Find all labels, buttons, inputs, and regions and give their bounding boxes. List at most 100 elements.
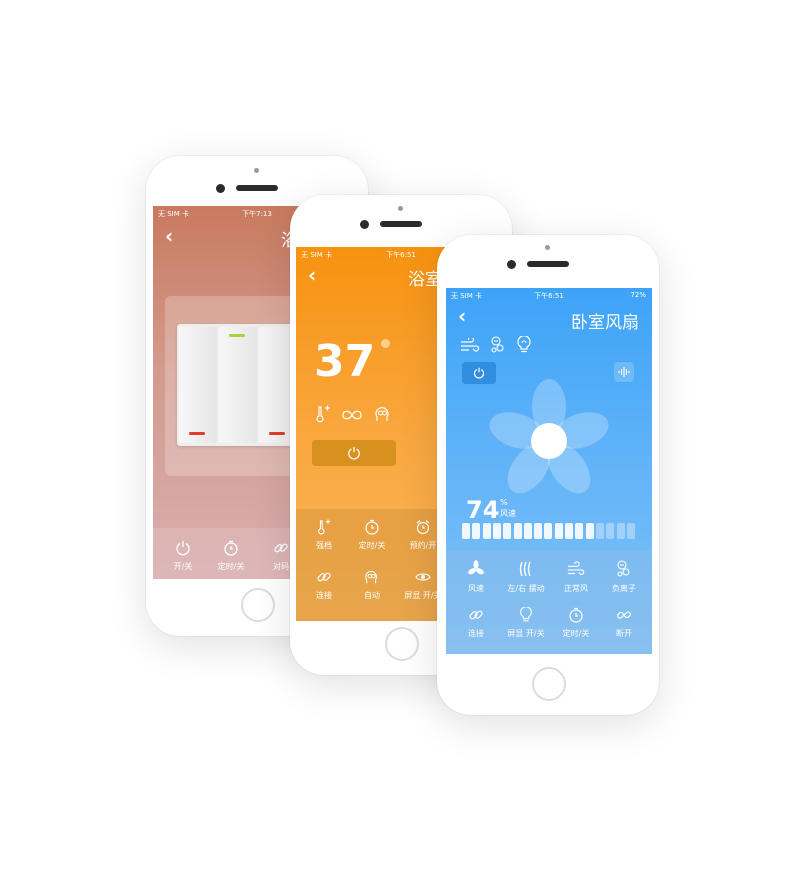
broken-link-icon xyxy=(617,611,631,619)
control-label: 开/关 xyxy=(173,562,193,571)
auto-head-icon xyxy=(365,570,377,584)
anion-button[interactable]: 负离子 xyxy=(600,560,648,594)
voice-button[interactable] xyxy=(614,362,634,382)
back-button[interactable]: ‹ xyxy=(165,226,173,246)
control-label: 连接 xyxy=(316,591,332,600)
speed-value: 74 xyxy=(466,496,500,524)
time-label: 下午6:51 xyxy=(534,292,564,300)
control-label: 强档 xyxy=(316,541,332,550)
ion-icon xyxy=(491,336,504,353)
phone-right: 无 SIM 卡 下午6:51 72% ‹ 卧室风扇 74 % 风速 风速 左/右… xyxy=(437,235,659,715)
normal-wind-button[interactable]: 正常风 xyxy=(552,560,600,594)
control-label: 定时/关 xyxy=(358,541,386,550)
connect-button[interactable]: 连接 xyxy=(304,569,344,601)
sensor xyxy=(545,245,550,250)
auto-button[interactable]: 自动 xyxy=(352,569,392,601)
speed-segment xyxy=(462,523,470,539)
disconnect-button[interactable]: 断开 xyxy=(600,607,648,639)
speed-segment xyxy=(472,523,481,539)
back-button[interactable]: ‹ xyxy=(458,306,466,326)
switch-key-2[interactable] xyxy=(219,327,257,443)
speed-segment xyxy=(544,523,553,539)
control-label: 风速 xyxy=(468,584,484,593)
home-button[interactable] xyxy=(241,588,275,622)
timer-button[interactable]: 定时/关 xyxy=(209,540,253,572)
swing-button[interactable]: 左/右 摆动 xyxy=(500,560,552,594)
speed-segment xyxy=(492,523,501,539)
speed-level-bar[interactable] xyxy=(462,523,637,539)
strong-button[interactable]: 强档 xyxy=(304,519,344,551)
speed-segment xyxy=(626,523,635,539)
swing-icon xyxy=(519,561,531,577)
degree-mark xyxy=(381,339,390,348)
control-label: 断开 xyxy=(616,629,632,638)
fan-icon xyxy=(468,560,484,575)
timer-icon xyxy=(569,607,583,623)
sensor xyxy=(254,168,259,173)
control-label: 定时/关 xyxy=(562,629,590,638)
timer-icon xyxy=(224,540,238,556)
sensor xyxy=(398,206,403,211)
bottom-controls: 风速 左/右 摆动 正常风 负离子 连接 屏显 开/关 定时/关 断开 xyxy=(446,550,652,654)
speed-segment xyxy=(503,523,512,539)
home-button[interactable] xyxy=(385,627,419,661)
speed-segment xyxy=(575,523,584,539)
speed-segment xyxy=(595,523,604,539)
page-title: 卧室风扇 xyxy=(571,313,639,333)
eye-icon xyxy=(415,573,431,581)
speed-segment xyxy=(616,523,625,539)
power-button[interactable]: 开/关 xyxy=(163,540,203,572)
speed-segment xyxy=(523,523,532,539)
ion-icon xyxy=(617,560,630,577)
fan-graphic xyxy=(489,379,609,494)
back-button[interactable]: ‹ xyxy=(308,265,316,285)
timer-button[interactable]: 定时/关 xyxy=(552,607,600,639)
sound-wave-icon xyxy=(618,367,630,377)
control-label: 自动 xyxy=(364,591,380,600)
power-toggle[interactable] xyxy=(312,440,396,466)
switch-key-1[interactable] xyxy=(179,327,217,443)
timer-icon xyxy=(365,519,379,535)
link-icon xyxy=(469,610,483,620)
connect-button[interactable]: 连接 xyxy=(452,607,500,639)
indicator-red xyxy=(189,432,205,435)
earpiece xyxy=(236,185,278,191)
status-bar: 无 SIM 卡 下午6:51 72% xyxy=(446,288,652,302)
display-toggle-button[interactable]: 屏显 开/关 xyxy=(500,607,552,639)
speed-segment xyxy=(482,523,491,539)
control-label: 正常风 xyxy=(564,584,588,593)
control-label: 定时/关 xyxy=(217,562,245,571)
power-icon xyxy=(176,541,190,556)
indicator-green xyxy=(229,334,245,337)
power-icon xyxy=(348,446,360,460)
thermometer-plus-icon xyxy=(318,519,331,535)
speed-segment xyxy=(534,523,543,539)
speed-segment xyxy=(606,523,615,539)
indicator-red xyxy=(269,432,285,435)
wind-icon xyxy=(567,561,585,575)
fan-speed-button[interactable]: 风速 xyxy=(452,560,500,594)
screen-right: 无 SIM 卡 下午6:51 72% ‹ 卧室风扇 74 % 风速 风速 左/右… xyxy=(446,288,652,654)
bulb-icon xyxy=(517,336,531,353)
speed-segment xyxy=(585,523,594,539)
link-icon xyxy=(317,572,331,582)
timer-button[interactable]: 定时/关 xyxy=(350,519,394,551)
infinity-icon xyxy=(342,410,362,420)
thermometer-plus-icon xyxy=(316,405,330,423)
battery-label: 72% xyxy=(630,291,646,299)
home-button[interactable] xyxy=(532,667,566,701)
earpiece xyxy=(380,221,422,227)
speed-segment xyxy=(554,523,563,539)
front-camera xyxy=(216,184,225,193)
control-label: 左/右 摆动 xyxy=(507,584,545,593)
earpiece xyxy=(527,261,569,267)
bulb-icon xyxy=(520,607,532,622)
wind-icon xyxy=(461,338,480,352)
speed-unit: % xyxy=(500,498,508,507)
speed-segment xyxy=(565,523,573,539)
speed-label: 风速 xyxy=(500,509,516,518)
auto-head-icon xyxy=(375,407,389,421)
front-camera xyxy=(507,260,516,269)
control-label: 屏显 开/关 xyxy=(507,629,545,638)
temperature-value: 37 xyxy=(314,336,376,387)
